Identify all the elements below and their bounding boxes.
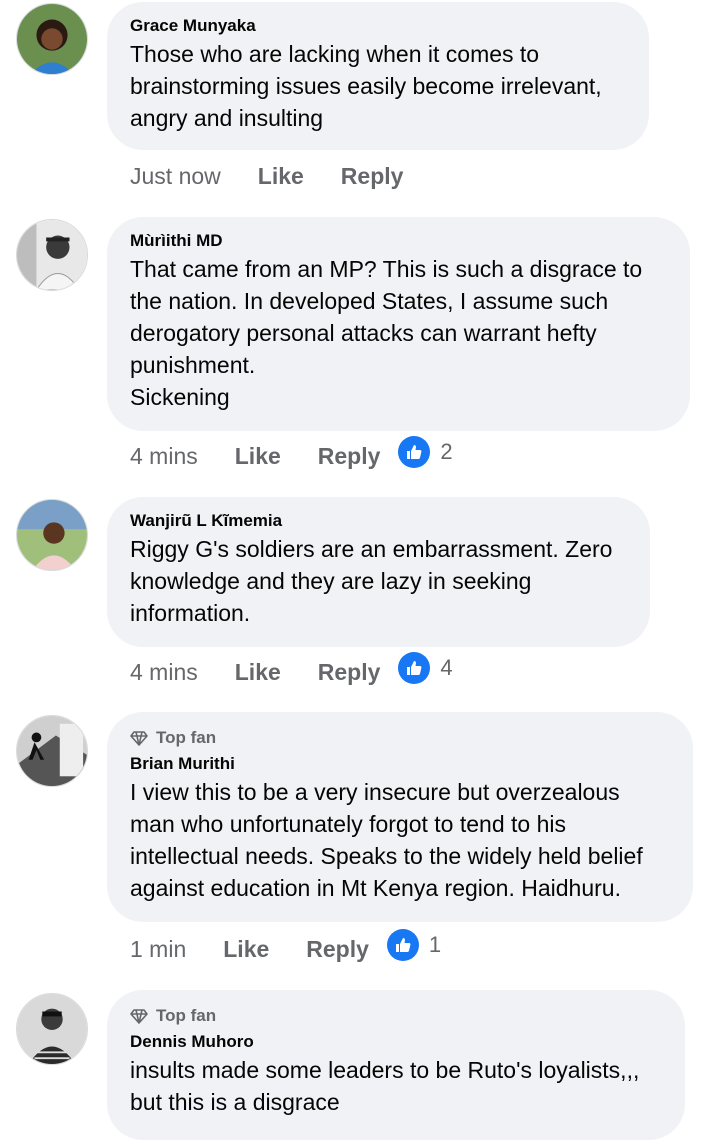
comment-text: That came from an MP? This is such a dis… <box>130 256 643 410</box>
like-reaction-icon <box>398 651 431 684</box>
avatar[interactable] <box>16 993 88 1065</box>
comment-bubble: Grace Munyaka Those who are lacking when… <box>107 2 649 150</box>
reply-button[interactable]: Reply <box>306 936 369 963</box>
top-fan-badge: Top fan <box>130 728 669 748</box>
comment-author-name[interactable]: Brian Murithi <box>130 754 669 774</box>
like-reaction-icon <box>398 435 431 468</box>
top-fan-label: Top fan <box>156 1006 217 1025</box>
diamond-icon <box>130 731 148 746</box>
comment-text: insults made some leaders to be Ruto's l… <box>130 1057 640 1115</box>
comment-bubble: Wanjirũ L Kĩmemia Riggy G's soldiers are… <box>107 497 650 647</box>
comment-actions: Just now Like Reply <box>130 163 403 190</box>
like-reaction-icon <box>386 928 419 961</box>
comment-timestamp[interactable]: 4 mins <box>130 443 198 470</box>
reaction-summary[interactable]: 4 <box>398 651 453 684</box>
avatar[interactable] <box>16 3 88 75</box>
top-fan-badge: Top fan <box>130 1006 661 1026</box>
comment-actions: 1 min Like Reply 1 <box>130 928 441 963</box>
reaction-count: 2 <box>440 438 453 464</box>
comment-text: Riggy G's soldiers are an embarrassment.… <box>130 536 613 626</box>
avatar[interactable] <box>16 499 88 571</box>
comment-bubble: Top fan Dennis Muhoro insults made some … <box>107 990 685 1140</box>
comment-author-name[interactable]: Wanjirũ L Kĩmemia <box>130 511 626 531</box>
comment-actions: 4 mins Like Reply 4 <box>130 651 453 686</box>
like-button[interactable]: Like <box>258 163 304 190</box>
reaction-summary[interactable]: 1 <box>386 928 442 961</box>
reaction-count: 1 <box>428 931 442 957</box>
comment-actions: 4 mins Like Reply 2 <box>130 435 453 470</box>
top-fan-label: Top fan <box>156 728 217 747</box>
comment-author-name[interactable]: Dennis Muhoro <box>130 1032 661 1052</box>
comment-timestamp[interactable]: Just now <box>130 163 221 190</box>
comment-timestamp[interactable]: 1 min <box>130 936 186 963</box>
comment-bubble: Top fan Brian Murithi I view this to be … <box>107 712 693 922</box>
reply-button[interactable]: Reply <box>341 163 404 190</box>
comment-author-name[interactable]: Grace Munyaka <box>130 16 625 36</box>
avatar[interactable] <box>16 219 88 291</box>
comment-author-name[interactable]: Mùrìithi MD <box>130 231 666 251</box>
comment-text: Those who are lacking when it comes to b… <box>130 41 602 131</box>
reply-button[interactable]: Reply <box>318 443 381 470</box>
avatar[interactable] <box>16 715 88 787</box>
comment-text: I view this to be a very insecure but ov… <box>130 779 643 901</box>
comment-bubble: Mùrìithi MD That came from an MP? This i… <box>107 217 690 431</box>
diamond-icon <box>130 1009 148 1024</box>
comment-timestamp[interactable]: 4 mins <box>130 659 198 686</box>
reaction-count: 4 <box>440 654 453 680</box>
like-button[interactable]: Like <box>235 443 281 470</box>
like-button[interactable]: Like <box>223 936 269 963</box>
like-button[interactable]: Like <box>235 659 281 686</box>
reply-button[interactable]: Reply <box>318 659 381 686</box>
reaction-summary[interactable]: 2 <box>398 435 453 468</box>
